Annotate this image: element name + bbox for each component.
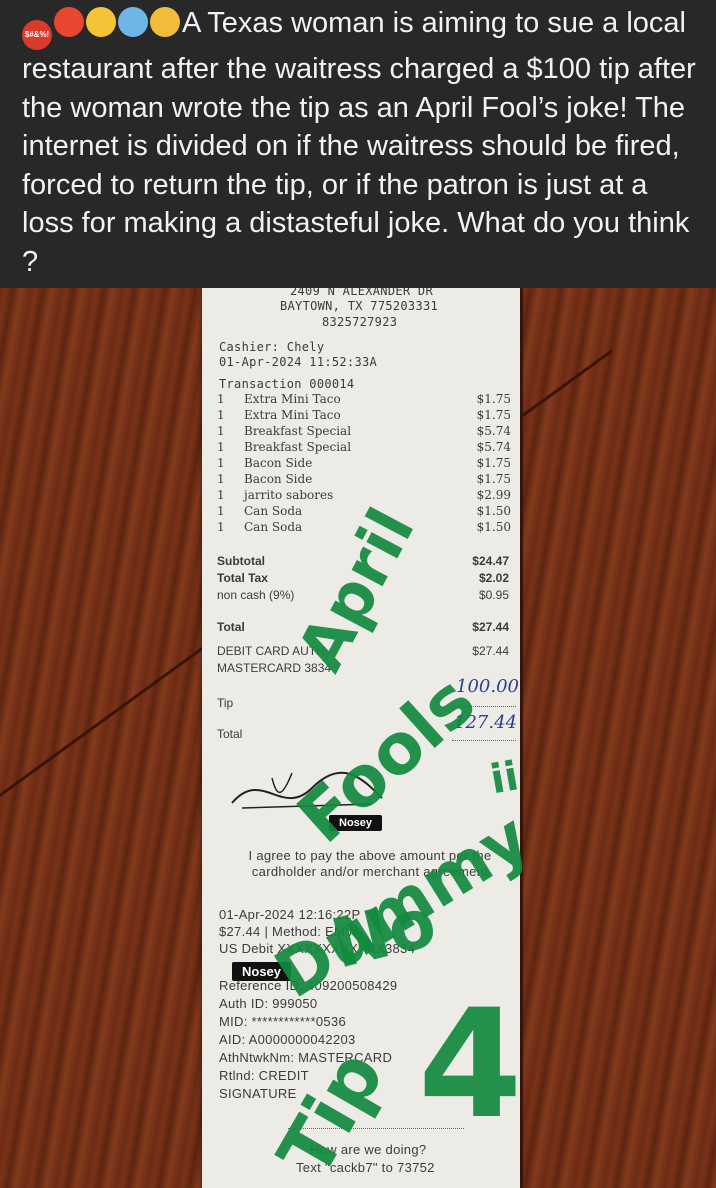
signature-label: SIGNATURE [219,1086,297,1101]
post-caption: $#&%! A Texas woman is aiming to sue a lo… [22,4,702,282]
list-item: 1 Bacon Side $1.75 [217,456,511,470]
receipt-transaction: Transaction 000014 [219,377,355,391]
receipt-city: BAYTOWN, TX 775203331 [280,299,439,313]
list-item: 1 Breakfast Special $5.74 [217,440,511,454]
exploding-head-emoji-icon [150,7,180,37]
flushed-face-emoji-icon [86,7,116,37]
graffiti-ii: ii [487,753,522,804]
cursing-face-emoji-icon: $#&%! [22,20,52,50]
caption-text: A Texas woman is aiming to sue a local r… [22,7,696,278]
receipt-phone: 8325727923 [322,315,398,329]
receipt-datetime: 01-Apr-2024 11:52:33A [219,355,378,369]
receipt: 2409 N ALEXANDER DR BAYTOWN, TX 77520333… [202,288,542,1188]
post-caption-area: $#&%! A Texas woman is aiming to sue a lo… [0,0,716,288]
list-item: 1 Breakfast Special $5.74 [217,424,511,438]
receipt-address: 2409 N ALEXANDER DR [290,288,433,298]
mid: MID: ************0536 [219,1014,346,1029]
rtlnd: Rtlnd: CREDIT [219,1068,309,1083]
receipt-photo: 2409 N ALEXANDER DR BAYTOWN, TX 77520333… [0,288,716,1188]
angry-face-emoji-icon [54,7,84,37]
list-item: 1 Extra Mini Taco $1.75 [217,408,511,422]
card-row: MASTERCARD 3834 [217,661,332,675]
graffiti-four: 4 [418,978,523,1152]
list-item: 1 Bacon Side $1.75 [217,472,511,486]
receipt-cashier: Cashier: Chely [219,340,325,354]
list-item: 1 Extra Mini Taco $1.75 [217,392,511,406]
screaming-face-emoji-icon [118,7,148,37]
